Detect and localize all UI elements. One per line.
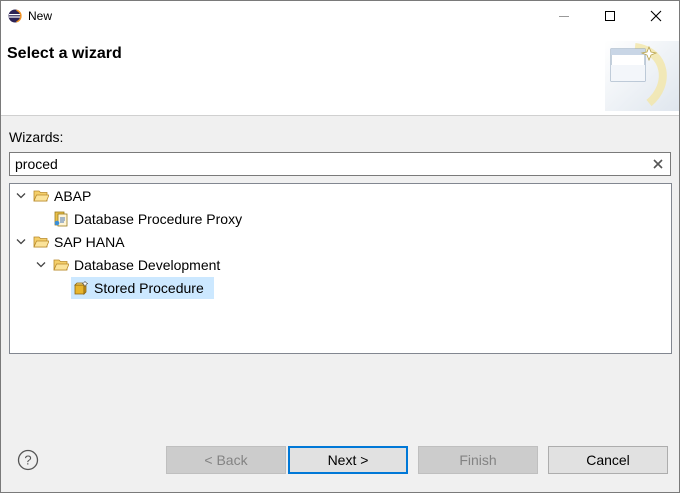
new-wizard-dialog: New Select a wizard Wizards: proced ABAP… xyxy=(0,0,680,493)
tree-item-label: Database Procedure Proxy xyxy=(74,211,243,227)
wizards-label: Wizards: xyxy=(9,129,64,145)
tree-item-label: ABAP xyxy=(54,188,92,204)
tree-item-label: Database Development xyxy=(74,257,221,273)
window-title: New xyxy=(28,9,53,23)
tree-item-label: Stored Procedure xyxy=(94,280,204,296)
eclipse-icon xyxy=(8,9,22,23)
title-bar: New xyxy=(1,1,679,31)
finish-button[interactable]: Finish xyxy=(418,446,538,474)
maximize-button[interactable] xyxy=(587,1,633,31)
help-icon[interactable]: ? xyxy=(17,449,39,471)
expand-toggle[interactable] xyxy=(15,231,27,253)
tree-item-database-development[interactable]: Database Development xyxy=(10,254,671,276)
svg-text:?: ? xyxy=(24,453,31,468)
tree-item-sap-hana[interactable]: SAP HANA xyxy=(10,231,671,253)
tree-item-abap[interactable]: ABAP xyxy=(10,185,671,207)
minimize-icon xyxy=(559,16,569,17)
chevron-down-icon xyxy=(16,239,26,245)
tree-item-database-procedure-proxy[interactable]: Database Procedure Proxy xyxy=(10,208,671,230)
wizard-filter-input[interactable] xyxy=(15,155,635,173)
folder-open-icon xyxy=(33,190,49,202)
page-title: Select a wizard xyxy=(7,45,122,62)
close-button[interactable] xyxy=(633,1,679,31)
wizard-filter-box xyxy=(9,152,671,176)
clear-filter-icon[interactable] xyxy=(650,156,666,172)
new-wizard-banner-icon xyxy=(605,41,679,111)
cancel-button[interactable]: Cancel xyxy=(548,446,668,474)
minimize-button[interactable] xyxy=(541,1,587,31)
back-button[interactable]: < Back xyxy=(166,446,286,474)
next-button[interactable]: Next > xyxy=(288,446,408,474)
wizard-header: Select a wizard xyxy=(1,31,679,116)
tree-item-label: SAP HANA xyxy=(54,234,125,250)
expand-toggle[interactable] xyxy=(15,185,27,207)
chevron-down-icon xyxy=(16,193,26,199)
maximize-icon xyxy=(605,11,615,21)
tree-item-stored-procedure[interactable]: Stored Procedure xyxy=(10,277,671,299)
stored-procedure-icon xyxy=(74,280,89,295)
expand-toggle[interactable] xyxy=(35,254,47,276)
chevron-down-icon xyxy=(36,262,46,268)
folder-open-icon xyxy=(53,259,69,271)
wizard-tree[interactable]: ABAP Database Procedure Proxy SAP HANA D… xyxy=(9,183,672,354)
procedure-proxy-icon xyxy=(54,211,68,227)
close-icon xyxy=(650,10,662,22)
folder-open-icon xyxy=(33,236,49,248)
